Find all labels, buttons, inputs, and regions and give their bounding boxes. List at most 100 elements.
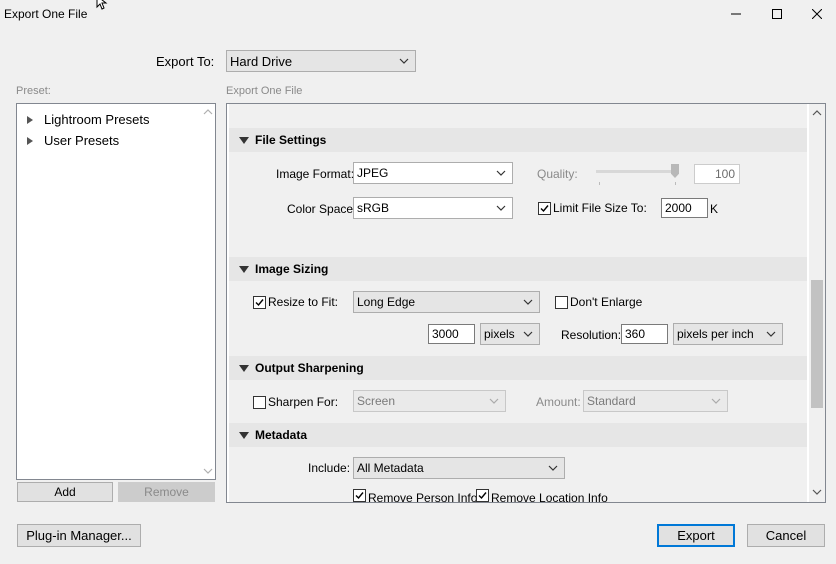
- checkmark-icon: [255, 298, 264, 306]
- resolution-field[interactable]: 360: [621, 324, 668, 344]
- quality-value-field[interactable]: 100: [694, 164, 740, 184]
- sharpen-for-select[interactable]: Screen: [353, 390, 506, 412]
- checkmark-icon: [355, 492, 364, 500]
- limit-file-size-field[interactable]: 2000: [661, 198, 708, 218]
- chevron-down-icon: [548, 465, 558, 471]
- scroll-down-icon[interactable]: [812, 488, 822, 496]
- resolution-unit-select[interactable]: pixels per inch: [673, 323, 783, 345]
- window-title: Export One File: [4, 7, 88, 21]
- sharpen-for-checkbox[interactable]: Sharpen For:: [253, 395, 338, 409]
- image-format-select[interactable]: JPEG: [353, 162, 513, 184]
- include-select[interactable]: All Metadata: [353, 457, 565, 479]
- checkbox-box[interactable]: [555, 295, 568, 309]
- checkmark-icon: [478, 492, 487, 500]
- plugin-manager-button[interactable]: Plug-in Manager...: [17, 524, 141, 547]
- remove-location-checkbox[interactable]: Remove Location Info: [476, 489, 608, 502]
- scroll-up-icon[interactable]: [812, 109, 822, 117]
- limit-unit: K: [710, 202, 719, 216]
- image-sizing-header[interactable]: Image Sizing: [229, 257, 807, 281]
- resolution-unit-value: pixels per inch: [677, 327, 754, 341]
- minimize-button[interactable]: [713, 0, 759, 28]
- cancel-button[interactable]: Cancel: [747, 524, 825, 547]
- resize-mode-value: Long Edge: [357, 295, 416, 309]
- checkbox-box[interactable]: [253, 395, 266, 409]
- amount-value: Standard: [587, 394, 636, 408]
- section-title: Image Sizing: [255, 262, 329, 276]
- settings-scrollbar[interactable]: [809, 104, 825, 502]
- quality-slider[interactable]: [596, 164, 682, 186]
- checkbox-box[interactable]: [538, 201, 551, 215]
- resize-to-fit-checkbox[interactable]: Resize to Fit:: [253, 295, 338, 309]
- expand-arrow-icon: [27, 136, 33, 145]
- scroll-up-icon[interactable]: [203, 108, 213, 116]
- maximize-icon: [772, 9, 782, 19]
- chevron-down-icon: [523, 331, 533, 337]
- section-title: Metadata: [255, 428, 308, 442]
- sharpen-for-value: Screen: [357, 394, 396, 408]
- collapse-arrow-icon: [239, 364, 249, 372]
- limit-file-size-label: Limit File Size To:: [553, 201, 647, 215]
- resolution-label: Resolution:: [561, 328, 622, 342]
- size-unit-value: pixels: [484, 327, 515, 341]
- chevron-down-icon: [766, 331, 776, 337]
- checkbox-box[interactable]: [476, 489, 489, 502]
- preset-item-user[interactable]: User Presets: [27, 133, 119, 148]
- minimize-icon: [731, 13, 741, 15]
- resize-mode-select[interactable]: Long Edge: [353, 291, 540, 313]
- export-to-label: Export To:: [156, 54, 215, 69]
- amount-label: Amount:: [536, 395, 581, 409]
- sharpen-for-label: Sharpen For:: [268, 395, 339, 409]
- mouse-cursor-icon: [96, 0, 108, 10]
- close-icon: [812, 9, 822, 19]
- color-space-value: sRGB: [357, 201, 390, 215]
- limit-file-size-checkbox[interactable]: Limit File Size To:: [538, 201, 647, 215]
- export-to-value: Hard Drive: [230, 53, 293, 69]
- remove-person-checkbox[interactable]: Remove Person Info: [353, 489, 477, 502]
- file-settings-header[interactable]: File Settings: [229, 128, 807, 152]
- section-title: File Settings: [255, 133, 327, 147]
- dont-enlarge-label: Don't Enlarge: [570, 295, 643, 309]
- image-format-label: Image Format:: [276, 167, 355, 181]
- size-value-field[interactable]: 3000: [428, 324, 475, 344]
- export-panel-label: Export One File: [226, 85, 303, 97]
- remove-preset-button[interactable]: Remove: [118, 482, 215, 502]
- preset-item-lightroom[interactable]: Lightroom Presets: [27, 112, 150, 127]
- export-button[interactable]: Export: [657, 524, 735, 547]
- preset-scrollbar[interactable]: [201, 104, 215, 479]
- checkbox-box[interactable]: [253, 295, 266, 309]
- checkmark-icon: [540, 204, 549, 212]
- preset-label: Preset:: [16, 85, 51, 97]
- scroll-down-icon[interactable]: [203, 467, 213, 475]
- include-label: Include:: [308, 461, 351, 475]
- metadata-header[interactable]: Metadata: [229, 423, 807, 447]
- close-button[interactable]: [794, 0, 836, 28]
- add-preset-button[interactable]: Add: [17, 482, 113, 502]
- remove-location-label: Remove Location Info: [491, 490, 608, 503]
- collapse-arrow-icon: [239, 136, 249, 144]
- collapse-arrow-icon: [239, 431, 249, 439]
- slider-track: [596, 170, 678, 173]
- scrollbar-thumb[interactable]: [811, 280, 823, 408]
- slider-tick: [599, 182, 600, 185]
- quality-label: Quality:: [537, 167, 578, 181]
- image-format-value: JPEG: [357, 166, 389, 180]
- color-space-select[interactable]: sRGB: [353, 197, 513, 219]
- slider-thumb[interactable]: [671, 164, 679, 178]
- section-title: Output Sharpening: [255, 361, 364, 375]
- remove-person-label: Remove Person Info: [368, 490, 478, 503]
- checkbox-box[interactable]: [353, 489, 366, 502]
- amount-select[interactable]: Standard: [583, 390, 728, 412]
- chevron-down-icon: [496, 205, 506, 211]
- chevron-down-icon: [399, 58, 409, 64]
- resize-to-fit-label: Resize to Fit:: [268, 295, 339, 309]
- chevron-down-icon: [489, 398, 499, 404]
- preset-list[interactable]: Lightroom Presets User Presets: [16, 103, 216, 480]
- output-sharpening-header[interactable]: Output Sharpening: [229, 356, 807, 380]
- export-to-select[interactable]: Hard Drive: [226, 50, 416, 72]
- include-value: All Metadata: [357, 461, 424, 475]
- chevron-down-icon: [496, 170, 506, 176]
- color-space-label: Color Space:: [287, 202, 357, 216]
- section-spacer: [229, 104, 807, 128]
- dont-enlarge-checkbox[interactable]: Don't Enlarge: [555, 295, 642, 309]
- size-unit-select[interactable]: pixels: [480, 323, 540, 345]
